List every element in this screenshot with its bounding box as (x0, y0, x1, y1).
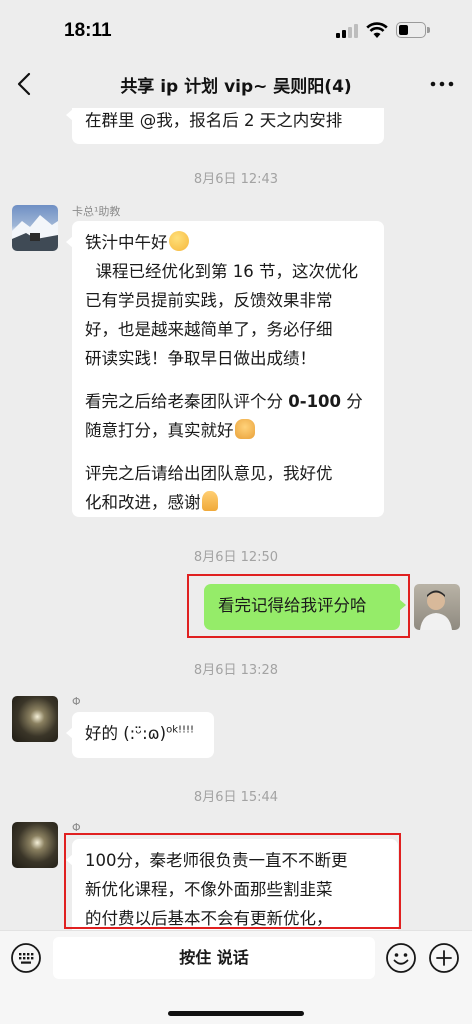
message-bubble[interactable]: 在群里 @我，报名后 2 天之内安排 (66, 108, 384, 144)
self-avatar[interactable] (414, 584, 460, 630)
message-bubble[interactable]: 100分，秦老师很负责一直不不断更 新优化课程，不像外面那些割韭菜 的付费以后基… (66, 839, 398, 930)
timestamp: 8月6日 13:28 (193, 663, 279, 678)
message-text: 好的 (:ᵕ̈:ɷ) (85, 724, 167, 743)
message-text: 在群里 @我，报名后 2 天之内安排 (85, 111, 343, 130)
message-bubble[interactable]: 好的 (:ᵕ̈:ɷ)ok!!!! (66, 712, 214, 758)
chat-title: 共享 ip 计划 vip~ 吴则阳(4) (120, 77, 352, 97)
timestamp: 8月6日 12:43 (193, 172, 279, 187)
plus-icon[interactable] (428, 942, 460, 974)
message-text: 看完之后给老秦团队评个分 (85, 392, 289, 411)
thinking-face-emoji-icon (168, 231, 189, 251)
sender-name: Φ (72, 821, 81, 834)
keyboard-icon[interactable] (10, 942, 42, 974)
message-text: 看完记得给我评分哈 (218, 596, 367, 615)
status-time: 18:11 (64, 20, 112, 41)
hold-to-talk-button[interactable]: 按住 说话 (53, 937, 375, 979)
chat-input-bar: 按住 说话 (0, 930, 472, 1024)
avatar[interactable] (12, 822, 58, 868)
praying-hands-emoji-icon (201, 491, 218, 511)
message-text-superscript: ok!!!! (166, 724, 195, 736)
timestamp: 8月6日 15:44 (193, 790, 279, 805)
status-bar: 18:11 (0, 0, 472, 60)
message-text: 铁汁中午好 (85, 233, 168, 252)
avatar[interactable] (12, 696, 58, 742)
battery-icon (396, 22, 430, 38)
message-text: 课程已经优化到第 16 节，这次优化 已有学员提前实践，反馈效果非常 好，也是越… (85, 262, 358, 368)
avatar[interactable] (12, 205, 58, 251)
back-arrow-icon[interactable] (14, 71, 36, 97)
wifi-icon (366, 22, 388, 38)
chat-header: 共享 ip 计划 vip~ 吴则阳(4) (0, 60, 472, 108)
timestamp: 8月6日 12:50 (193, 550, 279, 565)
score-range: 0-100 (288, 392, 342, 411)
self-message-bubble[interactable]: 看完记得给我评分哈 (204, 584, 406, 630)
sender-name: 卡总¹助教 (72, 205, 121, 218)
cellular-signal-icon (336, 24, 360, 38)
message-text: 100分，秦老师很负责一直不不断更 新优化课程，不像外面那些割韭菜 的付费以后基… (85, 851, 348, 928)
more-icon[interactable] (430, 76, 454, 92)
handshake-emoji-icon (234, 419, 255, 439)
sender-name: Φ (72, 695, 81, 708)
emoji-icon[interactable] (385, 942, 417, 974)
message-bubble[interactable]: 铁汁中午好 课程已经优化到第 16 节，这次优化 已有学员提前实践，反馈效果非常… (66, 221, 384, 517)
chat-message-list[interactable]: 在群里 @我，报名后 2 天之内安排 8月6日 12:43 卡总¹助教 铁汁中午… (0, 108, 472, 930)
home-indicator (168, 1011, 304, 1016)
